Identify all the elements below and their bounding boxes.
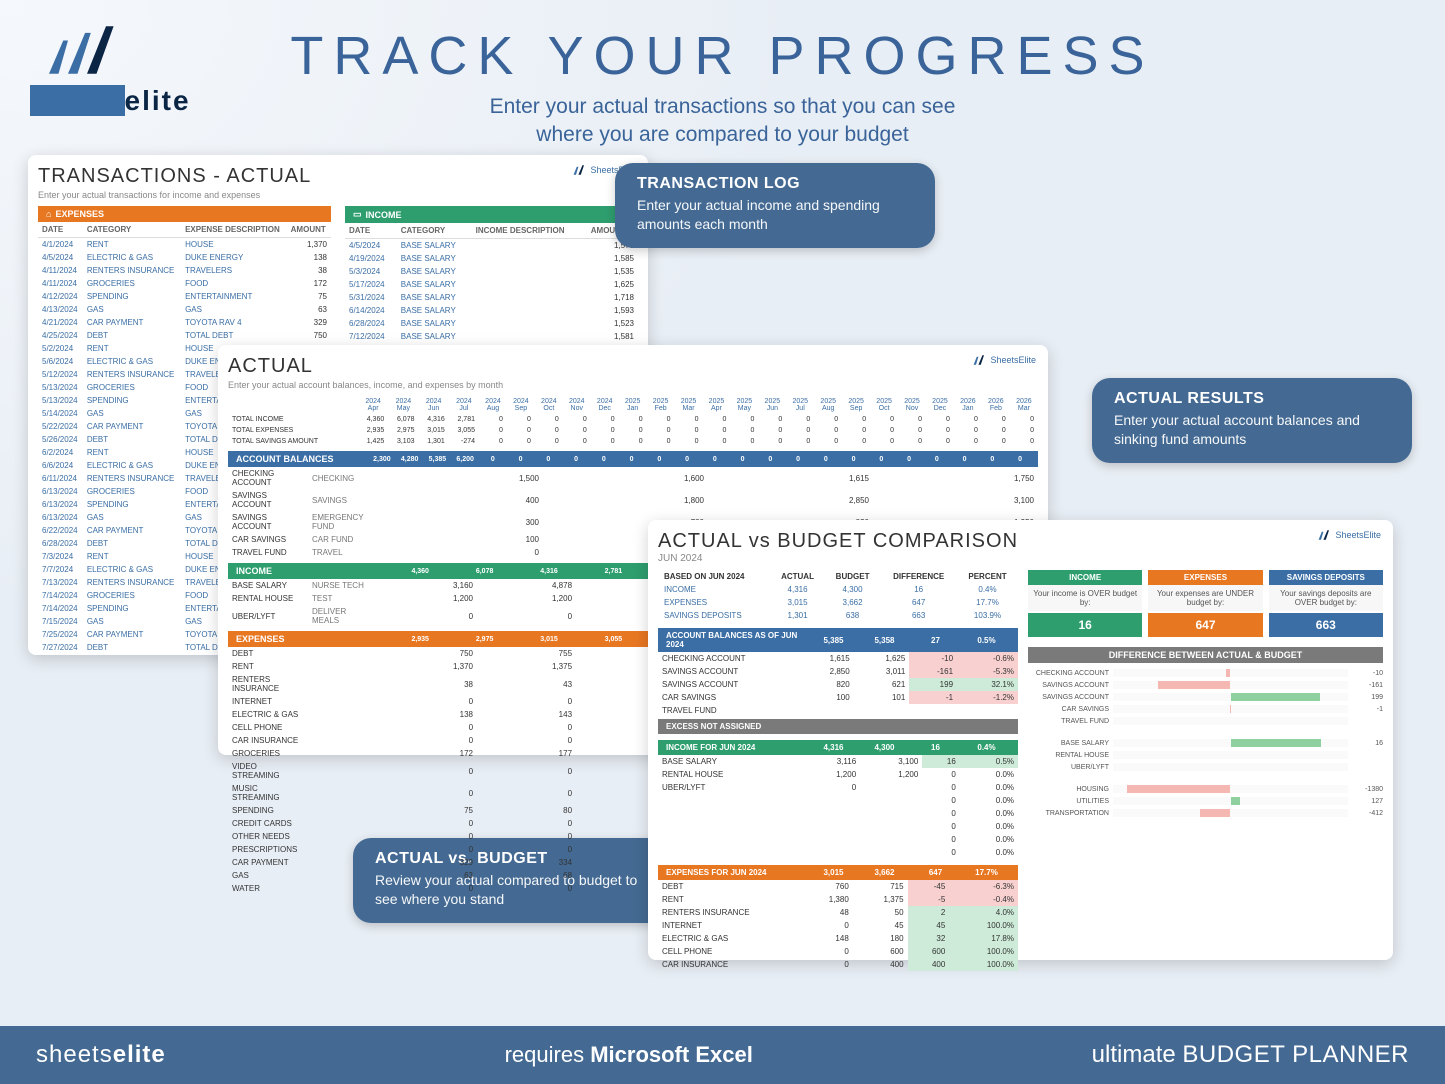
comparison-panel: SheetsElite ACTUAL vs BUDGET COMPARISON … bbox=[648, 520, 1393, 960]
expenses-header: ⌂EXPENSES bbox=[38, 206, 331, 222]
page-subtitle: Enter your actual transactions so that y… bbox=[0, 93, 1445, 150]
callout-transaction-log: TRANSACTION LOGEnter your actual income … bbox=[615, 163, 935, 248]
comp-month: JUN 2024 bbox=[658, 553, 1383, 564]
footer-requires: requires Microsoft Excel bbox=[505, 1042, 753, 1068]
panel-subtitle: Enter your actual transactions for incom… bbox=[38, 190, 638, 200]
mini-logo: SheetsElite bbox=[972, 353, 1036, 367]
wallet-icon: ▭ bbox=[353, 209, 362, 220]
panel-title: ACTUAL bbox=[228, 355, 1038, 378]
footer-logo: sheetselite bbox=[36, 1041, 166, 1069]
panel-subtitle: Enter your actual account balances, inco… bbox=[228, 380, 1038, 390]
panel-title: ACTUAL vs BUDGET COMPARISON bbox=[658, 530, 1383, 553]
page-title: TRACK YOUR PROGRESS bbox=[0, 25, 1445, 87]
mini-logo: SheetsElite bbox=[1317, 528, 1381, 542]
footer: sheetselite requires Microsoft Excel ult… bbox=[0, 1026, 1445, 1084]
panel-title: TRANSACTIONS - ACTUAL bbox=[38, 165, 638, 188]
income-header: ▭INCOME bbox=[345, 206, 638, 223]
callout-actual-results: ACTUAL RESULTSEnter your actual account … bbox=[1092, 378, 1412, 463]
house-icon: ⌂ bbox=[46, 209, 51, 219]
footer-product: ultimate BUDGET PLANNER bbox=[1092, 1041, 1409, 1069]
income-table: DATECATEGORYINCOME DESCRIPTIONAMOUNT4/5/… bbox=[345, 223, 638, 343]
